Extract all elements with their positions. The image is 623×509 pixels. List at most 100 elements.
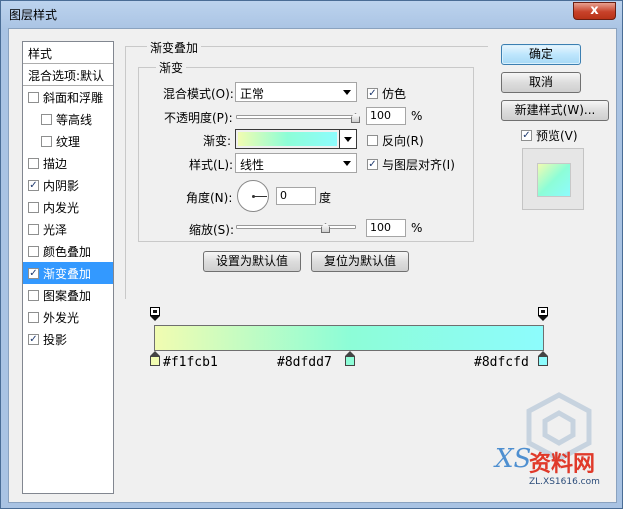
close-button[interactable]: x <box>573 2 616 20</box>
reset-default-button[interactable]: 复位为默认值 <box>311 251 409 272</box>
style-item-label: 图案叠加 <box>43 288 92 303</box>
style-item-checkbox[interactable] <box>41 113 52 125</box>
set-default-button[interactable]: 设置为默认值 <box>203 251 301 272</box>
color-stop-1[interactable] <box>150 351 160 366</box>
reverse-check-box[interactable] <box>367 135 378 146</box>
style-item[interactable]: 外发光 <box>23 306 113 328</box>
new-style-button[interactable]: 新建样式(W)... <box>501 100 609 121</box>
style-item[interactable]: 颜色叠加 <box>23 240 113 262</box>
color-stop-swatch <box>538 356 548 366</box>
style-item[interactable]: 图案叠加 <box>23 284 113 306</box>
blend-mode-select[interactable]: 正常 <box>235 82 357 102</box>
preview-checkbox[interactable]: ✓ 预览(V) <box>521 127 578 144</box>
scale-slider-track[interactable] <box>236 225 356 229</box>
color-stop-2[interactable] <box>345 351 355 366</box>
angle-label: 角度(N): <box>186 191 233 205</box>
style-item[interactable]: 光泽 <box>23 218 113 240</box>
angle-unit: 度 <box>319 191 332 205</box>
gradient-overlay-title: 渐变叠加 <box>147 39 202 56</box>
watermark-logo: XS 资料网 ZL.XS1616.com <box>493 392 600 487</box>
color-stop-3[interactable] <box>538 351 548 366</box>
scale-input[interactable]: 100 <box>366 219 406 237</box>
chevron-down-icon <box>343 90 351 95</box>
style-preview-thumbnail <box>537 163 571 197</box>
styles-header[interactable]: 样式 <box>23 42 113 64</box>
cancel-button[interactable]: 取消 <box>501 72 581 93</box>
style-value: 线性 <box>240 158 265 172</box>
style-item-checkbox[interactable] <box>28 289 39 301</box>
scale-unit: % <box>411 221 423 235</box>
opacity-stop-tip <box>538 316 548 321</box>
align-label: 与图层对齐(I) <box>382 158 455 172</box>
style-item-checkbox[interactable]: ✓ <box>28 267 39 279</box>
opacity-stop-left[interactable] <box>150 307 160 321</box>
reverse-checkbox[interactable]: 反向(R) <box>367 132 424 149</box>
gradient-dropdown-button[interactable] <box>339 129 357 149</box>
styles-list: 样式 混合选项:默认 斜面和浮雕等高线纹理描边 ✓ 内阴影内发光光泽颜色叠加 ✓ 渐变叠… <box>22 41 114 494</box>
style-item[interactable]: 描边 <box>23 152 113 174</box>
layer-style-dialog: 图层样式 x 样式 混合选项:默认 斜面和浮雕等高线纹理描边 ✓ 内阴影内发光光泽颜… <box>0 0 623 509</box>
gradient-preview-swatch[interactable] <box>238 132 337 146</box>
style-item-checkbox[interactable] <box>28 245 39 257</box>
angle-needle <box>253 196 267 197</box>
style-item-label: 光泽 <box>43 222 68 237</box>
style-item-label: 内阴影 <box>43 178 80 193</box>
color-stop-2-label: #8dfdd7 <box>277 355 332 370</box>
style-item[interactable]: 斜面和浮雕 <box>23 86 113 108</box>
style-item-checkbox[interactable] <box>28 311 39 323</box>
blend-mode-label: 混合模式(O): <box>163 87 234 101</box>
style-item-label: 投影 <box>43 332 68 347</box>
opacity-input[interactable]: 100 <box>366 107 406 125</box>
align-check-box[interactable]: ✓ <box>367 159 378 170</box>
ok-button[interactable]: 确定 <box>501 44 581 65</box>
style-item-label: 渐变叠加 <box>43 266 92 281</box>
window-title: 图层样式 <box>9 8 58 22</box>
style-item[interactable]: ✓ 内阴影 <box>23 174 113 196</box>
style-item[interactable]: ✓ 投影 <box>23 328 113 350</box>
opacity-slider-track[interactable] <box>236 115 356 119</box>
style-item-checkbox[interactable] <box>28 201 39 213</box>
style-item-checkbox[interactable] <box>28 157 39 169</box>
style-item[interactable]: 等高线 <box>23 108 113 130</box>
chevron-down-icon <box>344 137 352 142</box>
dither-checkbox[interactable]: ✓ 仿色 <box>367 85 406 102</box>
watermark-hexagon-icon <box>526 392 592 462</box>
chevron-down-icon <box>343 161 351 166</box>
angle-input[interactable]: 0 <box>276 187 316 205</box>
align-layer-checkbox[interactable]: ✓ 与图层对齐(I) <box>367 156 455 173</box>
gradient-bar[interactable] <box>154 325 544 351</box>
gradient-subgroup-title: 渐变 <box>156 59 187 76</box>
gradient-picker[interactable] <box>235 129 340 149</box>
angle-center-dot <box>252 195 255 198</box>
angle-dial[interactable] <box>237 180 269 212</box>
reverse-label: 反向(R) <box>382 134 424 148</box>
style-select[interactable]: 线性 <box>235 153 357 173</box>
opacity-label: 不透明度(P): <box>164 111 233 125</box>
style-item-label: 纹理 <box>56 134 81 149</box>
style-item-label: 外发光 <box>43 310 80 325</box>
opacity-stop-box <box>150 307 160 316</box>
dither-check-box[interactable]: ✓ <box>367 88 378 99</box>
color-stop-swatch <box>345 356 355 366</box>
color-stop-3-label: #8dfcfd <box>474 355 529 370</box>
color-stop-1-label: #f1fcb1 <box>163 355 218 370</box>
dialog-body: 样式 混合选项:默认 斜面和浮雕等高线纹理描边 ✓ 内阴影内发光光泽颜色叠加 ✓ 渐变叠… <box>8 28 617 503</box>
scale-label: 缩放(S): <box>189 223 235 237</box>
preview-check-box[interactable]: ✓ <box>521 130 532 141</box>
style-item-checkbox[interactable] <box>28 91 39 103</box>
style-item-checkbox[interactable]: ✓ <box>28 333 39 345</box>
style-item[interactable]: 纹理 <box>23 130 113 152</box>
style-item-checkbox[interactable] <box>41 135 52 147</box>
title-bar[interactable]: 图层样式 x <box>1 1 622 27</box>
watermark-text: 资料网 <box>529 452 595 477</box>
watermark-url: ZL.XS1616.com <box>529 477 600 487</box>
opacity-stop-right[interactable] <box>538 307 548 321</box>
style-item-checkbox[interactable]: ✓ <box>28 179 39 191</box>
style-item[interactable]: ✓ 渐变叠加 <box>23 262 113 284</box>
style-item[interactable]: 内发光 <box>23 196 113 218</box>
dither-label: 仿色 <box>382 87 407 101</box>
style-item-checkbox[interactable] <box>28 223 39 235</box>
blend-options-item[interactable]: 混合选项:默认 <box>23 64 113 86</box>
style-item-label: 斜面和浮雕 <box>43 90 104 105</box>
opacity-stop-tip <box>150 316 160 321</box>
